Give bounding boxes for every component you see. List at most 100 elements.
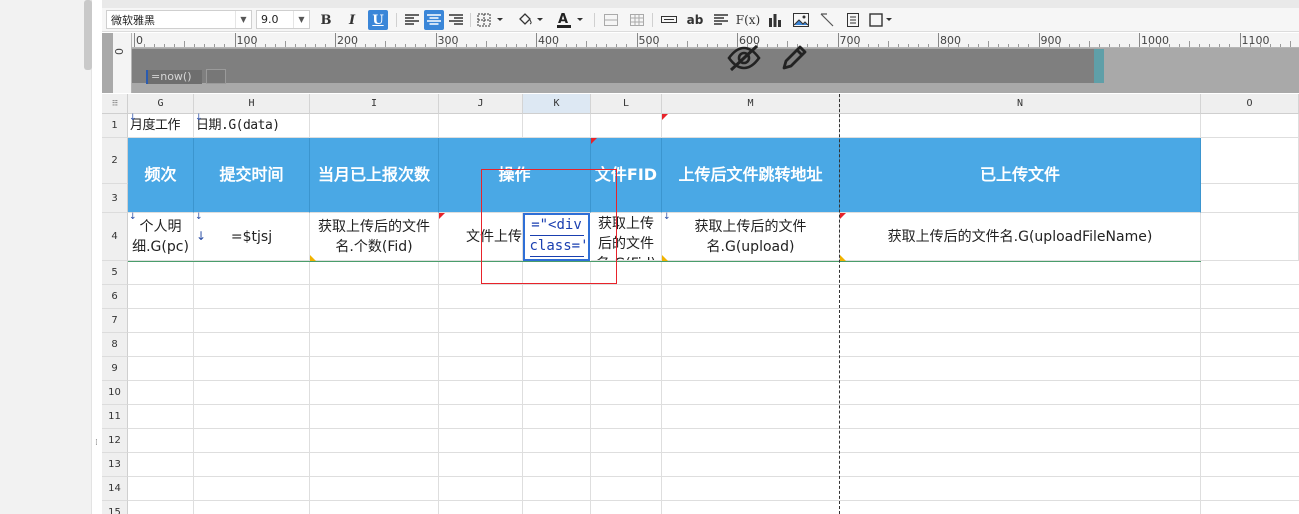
bold-button[interactable]: B — [316, 10, 336, 30]
cell-o3[interactable] — [1201, 184, 1299, 213]
font-color-icon[interactable]: A — [556, 10, 588, 30]
header-cell-uploaded-file[interactable]: 已上传文件 — [840, 138, 1201, 213]
column-header-j[interactable]: J — [439, 94, 523, 114]
calendar-icon[interactable] — [206, 69, 226, 84]
row-header-1[interactable]: 1 — [102, 114, 128, 138]
left-scrollbar[interactable] — [84, 0, 92, 70]
row-header-13[interactable]: 13 — [102, 453, 128, 477]
column-header-m[interactable]: M — [662, 94, 840, 114]
font-family-select[interactable]: 微软雅黑 ▼ — [106, 10, 252, 29]
cell-i1[interactable] — [310, 114, 439, 138]
panel-resize-handle[interactable]: ⁞ — [95, 439, 99, 452]
font-size-select[interactable]: 9.0 ▼ — [256, 10, 310, 29]
cell-k1[interactable] — [523, 114, 591, 138]
ruler-minor-tick — [867, 44, 869, 47]
cell-n4[interactable]: 获取上传后的文件名.G(uploadFileName) — [840, 213, 1201, 261]
frame-icon[interactable] — [842, 10, 864, 30]
row-header-12[interactable]: 12 — [102, 429, 128, 453]
eye-off-icon[interactable] — [726, 43, 762, 73]
cell-o1[interactable] — [1201, 114, 1299, 138]
ruler-minor-tick — [1068, 44, 1070, 47]
chevron-down-icon: ▼ — [235, 11, 251, 28]
unmerge-icon[interactable] — [626, 10, 648, 30]
text-style-icon[interactable]: ab — [684, 10, 706, 30]
chart-icon[interactable] — [764, 10, 786, 30]
ruler-minor-tick — [887, 41, 889, 47]
column-header-g[interactable]: G — [128, 94, 194, 114]
cell-j1[interactable] — [439, 114, 523, 138]
ruler-minor-tick — [1219, 44, 1221, 47]
border-icon[interactable] — [476, 10, 508, 30]
fill-color-icon[interactable] — [516, 10, 548, 30]
row-header-9[interactable]: 9 — [102, 357, 128, 381]
cell-n1[interactable] — [840, 114, 1201, 138]
header-cell-frequency[interactable]: 频次 — [128, 138, 194, 213]
ruler-minor-tick — [676, 44, 678, 47]
underline-button[interactable]: U — [368, 10, 388, 30]
cell-g1[interactable]: 月度工作 — [128, 114, 194, 138]
row-header-4[interactable]: 4 — [102, 213, 128, 261]
ruler-minor-tick — [1229, 44, 1231, 47]
header-cell-redirect-url[interactable]: 上传后文件跳转地址 — [662, 138, 840, 213]
font-size-value: 9.0 — [261, 13, 279, 26]
column-header-l[interactable]: L — [591, 94, 662, 114]
ruler-minor-tick — [1048, 44, 1050, 47]
ruler-minor-tick — [405, 44, 407, 47]
expand-down-icon: ↓ — [195, 212, 203, 222]
cell-l1[interactable] — [591, 114, 662, 138]
pencil-icon[interactable] — [778, 42, 810, 74]
now-widget[interactable]: =now() — [146, 70, 202, 84]
merge-icon[interactable] — [600, 10, 622, 30]
border-style-icon[interactable] — [868, 10, 896, 30]
row-header-2[interactable]: 2 — [102, 138, 128, 184]
row-header-8[interactable]: 8 — [102, 333, 128, 357]
row-header-5[interactable]: 5 — [102, 261, 128, 285]
cell-g4[interactable]: 个人明细.G(pc) — [128, 213, 194, 261]
row-header-7[interactable]: 7 — [102, 309, 128, 333]
align-right-icon[interactable] — [446, 10, 466, 30]
ruler-minor-tick — [1149, 44, 1151, 47]
column-header-o[interactable]: O — [1201, 94, 1299, 114]
ruler-minor-tick — [576, 44, 578, 47]
ruler-minor-tick — [1269, 44, 1271, 47]
paragraph-icon[interactable] — [710, 10, 732, 30]
slash-icon[interactable] — [816, 10, 838, 30]
cell-i4[interactable]: 获取上传后的文件名.个数(Fid) — [310, 213, 439, 261]
ruler-area: 0 0 100 200 300 400 500 600 700 800 900 1000 1100 =… — [102, 33, 1299, 93]
row-header-6[interactable]: 6 — [102, 285, 128, 309]
header-cell-submit-time[interactable]: 提交时间 — [194, 138, 310, 213]
ruler-minor-tick — [385, 41, 387, 47]
ruler-minor-tick — [1018, 44, 1020, 47]
column-header-n[interactable]: N — [840, 94, 1201, 114]
row-header-14[interactable]: 14 — [102, 477, 128, 501]
row-header-15[interactable]: 15 — [102, 501, 128, 514]
column-header-i[interactable]: I — [310, 94, 439, 114]
column-header-h[interactable]: H — [194, 94, 310, 114]
header-cell-monthly-count[interactable]: 当月已上报次数 — [310, 138, 439, 213]
row-header-11[interactable]: 11 — [102, 405, 128, 429]
align-left-icon[interactable] — [402, 10, 422, 30]
canvas-edge-handle[interactable] — [1094, 49, 1104, 83]
report-canvas[interactable] — [132, 49, 1094, 83]
text-field-icon[interactable] — [658, 10, 680, 30]
align-center-icon[interactable] — [424, 10, 444, 30]
row-header-10[interactable]: 10 — [102, 381, 128, 405]
image-icon[interactable] — [790, 10, 812, 30]
ruler-minor-tick — [505, 44, 507, 47]
cell-h1[interactable]: 日期.G(data) — [194, 114, 310, 138]
empty-cells-area[interactable] — [128, 261, 1299, 514]
cell-h4[interactable]: =$tjsj — [194, 213, 310, 261]
ruler-tick: 0 — [134, 33, 143, 47]
cell-comment-marker — [662, 114, 668, 120]
italic-button[interactable]: I — [342, 10, 362, 30]
ruler-minor-tick — [968, 44, 970, 47]
cell-m4[interactable]: 获取上传后的文件名.G(upload) — [662, 213, 840, 261]
cell-o4[interactable] — [1201, 213, 1299, 261]
column-header-k[interactable]: K — [523, 94, 591, 114]
row-header-3[interactable]: 3 — [102, 184, 128, 213]
ruler-minor-tick — [375, 44, 377, 47]
select-all-corner[interactable]: ⁝⁝⁝ — [102, 94, 128, 114]
cell-o2[interactable] — [1201, 138, 1299, 184]
cell-m1[interactable] — [662, 114, 840, 138]
formula-icon[interactable]: F(x) — [736, 10, 760, 30]
